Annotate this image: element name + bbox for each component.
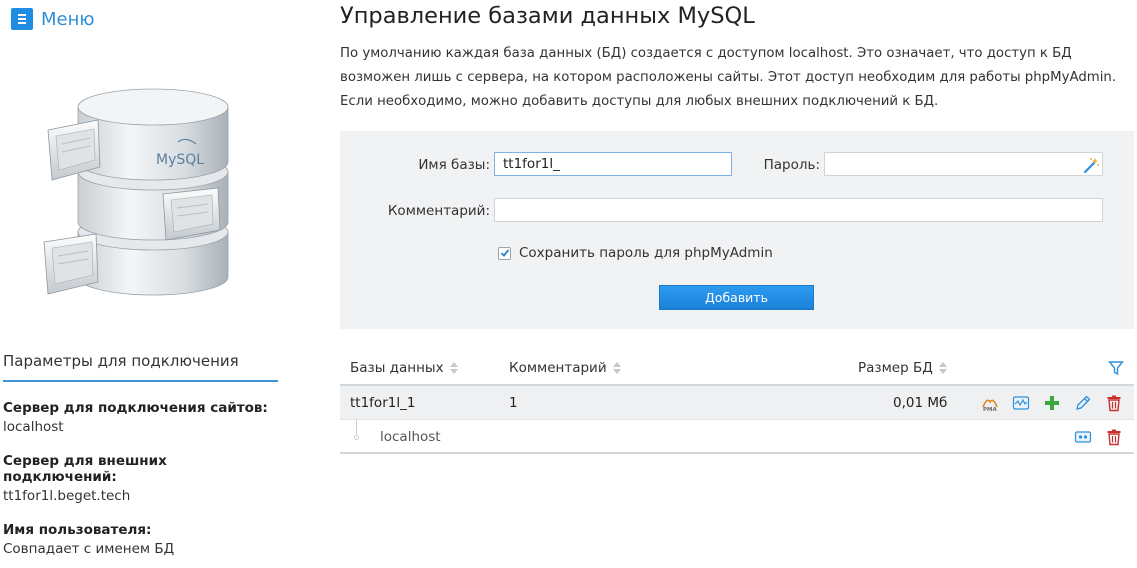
sort-icon	[938, 362, 947, 374]
column-header-comment[interactable]: Комментарий	[509, 360, 621, 376]
column-header-label: Комментарий	[509, 360, 607, 376]
add-access-icon[interactable]	[1043, 394, 1061, 412]
connection-label: Имя пользователя:	[3, 522, 152, 538]
save-pma-password-label: Сохранить пароль для phpMyAdmin	[519, 245, 773, 261]
database-illustration: MySQL	[43, 88, 229, 296]
column-header-label: Размер БД	[858, 360, 933, 376]
phpmyadmin-icon[interactable]: PMA	[981, 394, 999, 412]
connection-label: Сервер для внешних подключений:	[3, 453, 167, 485]
access-row[interactable]: localhost	[340, 420, 1134, 454]
column-header-size[interactable]: Размер БД	[858, 360, 947, 376]
db-comment-cell: 1	[509, 395, 518, 411]
comment-input[interactable]	[494, 198, 1103, 222]
databases-table: Базы данных Комментарий Размер БД tt1for…	[340, 352, 1134, 454]
hamburger-icon	[11, 8, 33, 30]
page-description: По умолчанию каждая база данных (БД) соз…	[340, 46, 1117, 109]
access-host-cell: localhost	[380, 429, 441, 445]
column-header-label: Базы данных	[350, 360, 444, 376]
edit-icon[interactable]	[1074, 394, 1092, 412]
delete-icon[interactable]	[1105, 394, 1123, 412]
create-database-form: Имя базы: Пароль: Комментарий: Сохранить…	[340, 131, 1134, 329]
table-header: Базы данных Комментарий Размер БД	[340, 352, 1134, 386]
connection-value: tt1for1l.beget.tech	[3, 488, 131, 504]
access-info-icon[interactable]	[1074, 428, 1092, 446]
sort-icon	[612, 362, 621, 374]
comment-label: Комментарий:	[387, 203, 490, 219]
db-name-label: Имя базы:	[418, 157, 490, 173]
connection-label: Сервер для подключения сайтов:	[3, 400, 268, 416]
password-label: Пароль:	[763, 157, 820, 173]
svg-text:PMA: PMA	[983, 407, 998, 412]
password-input[interactable]	[824, 152, 1103, 176]
connection-value: Совпадает с именем БД	[3, 541, 175, 557]
mysql-logo-text: MySQL	[156, 152, 204, 168]
filter-icon[interactable]	[1108, 360, 1124, 376]
tree-node-dot	[354, 435, 359, 440]
db-name-cell: tt1for1l_1	[350, 395, 416, 411]
save-pma-password-checkbox[interactable]: Сохранить пароль для phpMyAdmin	[498, 245, 773, 261]
connection-item: Сервер для подключения сайтов: localhost	[3, 400, 278, 435]
add-database-button[interactable]: Добавить	[659, 285, 814, 310]
monitor-icon[interactable]	[1012, 394, 1030, 412]
sort-icon	[449, 362, 458, 374]
db-size-cell: 0,01 Мб	[893, 395, 948, 411]
password-generator-icon[interactable]	[1082, 157, 1100, 175]
menu-button[interactable]: Меню	[11, 8, 95, 30]
connection-item: Сервер для внешних подключений: tt1for1l…	[3, 453, 278, 504]
column-header-databases[interactable]: Базы данных	[350, 360, 458, 376]
connection-item: Имя пользователя: Совпадает с именем БД	[3, 522, 278, 557]
tree-connector	[356, 420, 357, 434]
delete-access-icon[interactable]	[1105, 428, 1123, 446]
menu-label: Меню	[41, 8, 95, 30]
table-row[interactable]: tt1for1l_1 1 0,01 Мб PMA	[340, 386, 1134, 420]
page-title: Управление базами данных MySQL	[340, 3, 755, 29]
connection-value: localhost	[3, 419, 64, 435]
connection-parameters: Параметры для подключения Сервер для под…	[3, 352, 278, 557]
db-name-input[interactable]	[494, 152, 732, 176]
connection-title: Параметры для подключения	[3, 352, 278, 382]
checkbox-box[interactable]	[498, 246, 511, 260]
checkmark-icon	[500, 249, 509, 257]
